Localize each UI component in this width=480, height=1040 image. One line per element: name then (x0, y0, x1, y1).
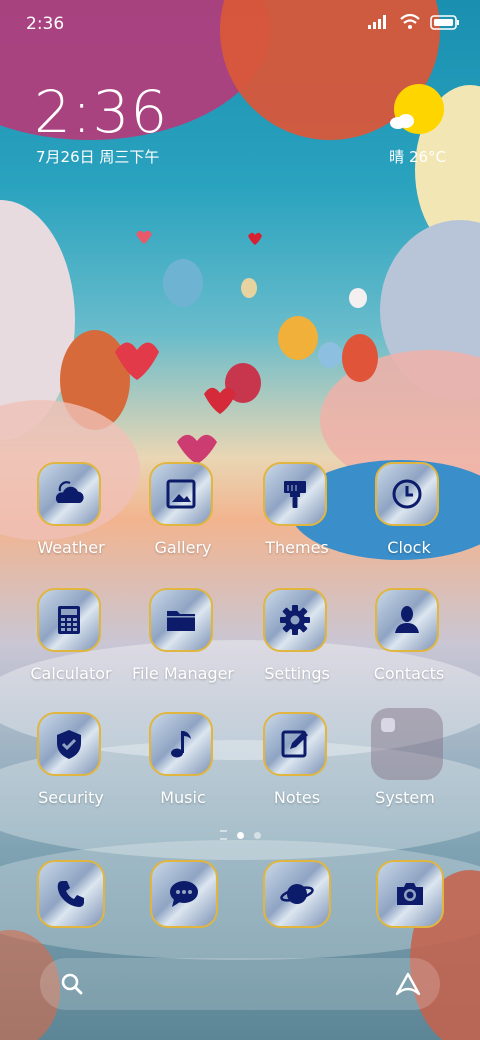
message-icon (170, 881, 198, 907)
app-security[interactable]: Security (16, 712, 126, 812)
app-label: Weather (37, 538, 105, 557)
music-note-icon (171, 731, 191, 758)
app-label: Security (38, 788, 104, 807)
page-dot (253, 831, 261, 839)
app-notes[interactable]: Notes (242, 712, 352, 812)
clock-widget-time[interactable]: 2:36 (34, 78, 168, 146)
paintbrush-icon (284, 481, 306, 508)
sunny-cloud-icon (390, 84, 444, 134)
app-label: System (375, 788, 435, 807)
app-gallery[interactable]: Gallery (128, 462, 238, 562)
calculator-icon (58, 606, 80, 634)
page-dot-active (236, 831, 244, 839)
signal-icon (368, 15, 386, 29)
dock-phone[interactable] (37, 860, 105, 928)
status-time: 2:36 (26, 14, 65, 34)
app-label: Music (160, 788, 206, 807)
browser-planet-icon (280, 884, 314, 904)
battery-icon (430, 14, 459, 30)
dock-browser[interactable] (263, 860, 331, 928)
person-icon (395, 606, 419, 633)
folder-icon (167, 611, 195, 631)
status-icons (368, 14, 460, 30)
app-settings[interactable]: Settings (242, 588, 352, 688)
gallery-icon (166, 479, 196, 509)
app-label: File Manager (132, 664, 234, 683)
gear-icon (280, 605, 310, 635)
app-label: Clock (387, 538, 431, 557)
wifi-icon (400, 14, 420, 29)
app-music[interactable]: Music (128, 712, 238, 812)
app-label: Settings (264, 664, 330, 683)
app-system-folder[interactable]: System (350, 708, 460, 808)
clock-widget-date: 7月26日 周三下午 (36, 148, 160, 166)
app-label: Calculator (30, 664, 112, 683)
weather-condition: 晴 (389, 148, 405, 166)
search-icon[interactable] (60, 972, 84, 996)
app-label: Notes (273, 788, 321, 807)
app-themes[interactable]: Themes (242, 462, 352, 562)
notepad-icon (281, 730, 308, 758)
assistant-icon[interactable] (394, 971, 422, 997)
shield-icon (57, 730, 81, 759)
status-bar: 2:36 (0, 0, 480, 50)
clock-icon (392, 479, 422, 509)
weather-temperature: 26°C (408, 148, 446, 166)
app-label: Themes (265, 538, 329, 557)
search-bar[interactable] (40, 958, 440, 1010)
page-indicator[interactable] (200, 830, 280, 840)
app-calculator[interactable]: Calculator (16, 588, 126, 688)
app-contacts[interactable]: Contacts (354, 588, 464, 688)
app-weather[interactable]: Weather (16, 462, 126, 562)
app-file-manager[interactable]: File Manager (128, 588, 238, 688)
app-label: Gallery (154, 538, 212, 557)
app-label: Contacts (373, 664, 445, 683)
camera-icon (397, 883, 423, 905)
dock-camera[interactable] (376, 860, 444, 928)
dock-messages[interactable] (150, 860, 218, 928)
weather-icon (55, 481, 84, 503)
folder-icon (371, 708, 443, 780)
phone-icon (57, 881, 84, 907)
page-indicator-feed (219, 830, 227, 840)
weather-widget[interactable]: 晴 26°C (366, 84, 446, 174)
app-clock[interactable]: Clock (354, 462, 464, 562)
